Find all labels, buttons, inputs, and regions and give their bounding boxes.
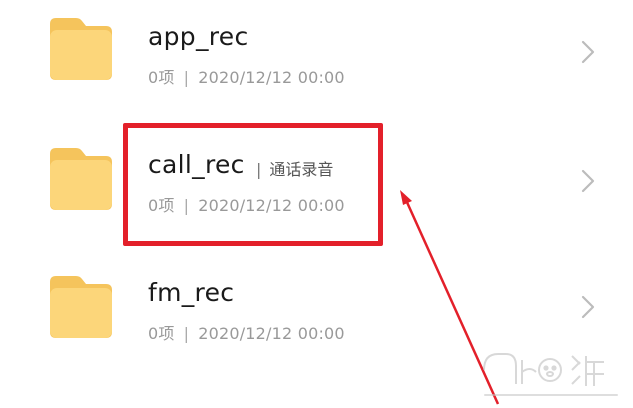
file-list-screen: app_rec 0项 | 2020/12/12 00:00 call_rec | 通话… [0, 0, 633, 408]
baidu-jingyan-watermark [483, 353, 618, 396]
